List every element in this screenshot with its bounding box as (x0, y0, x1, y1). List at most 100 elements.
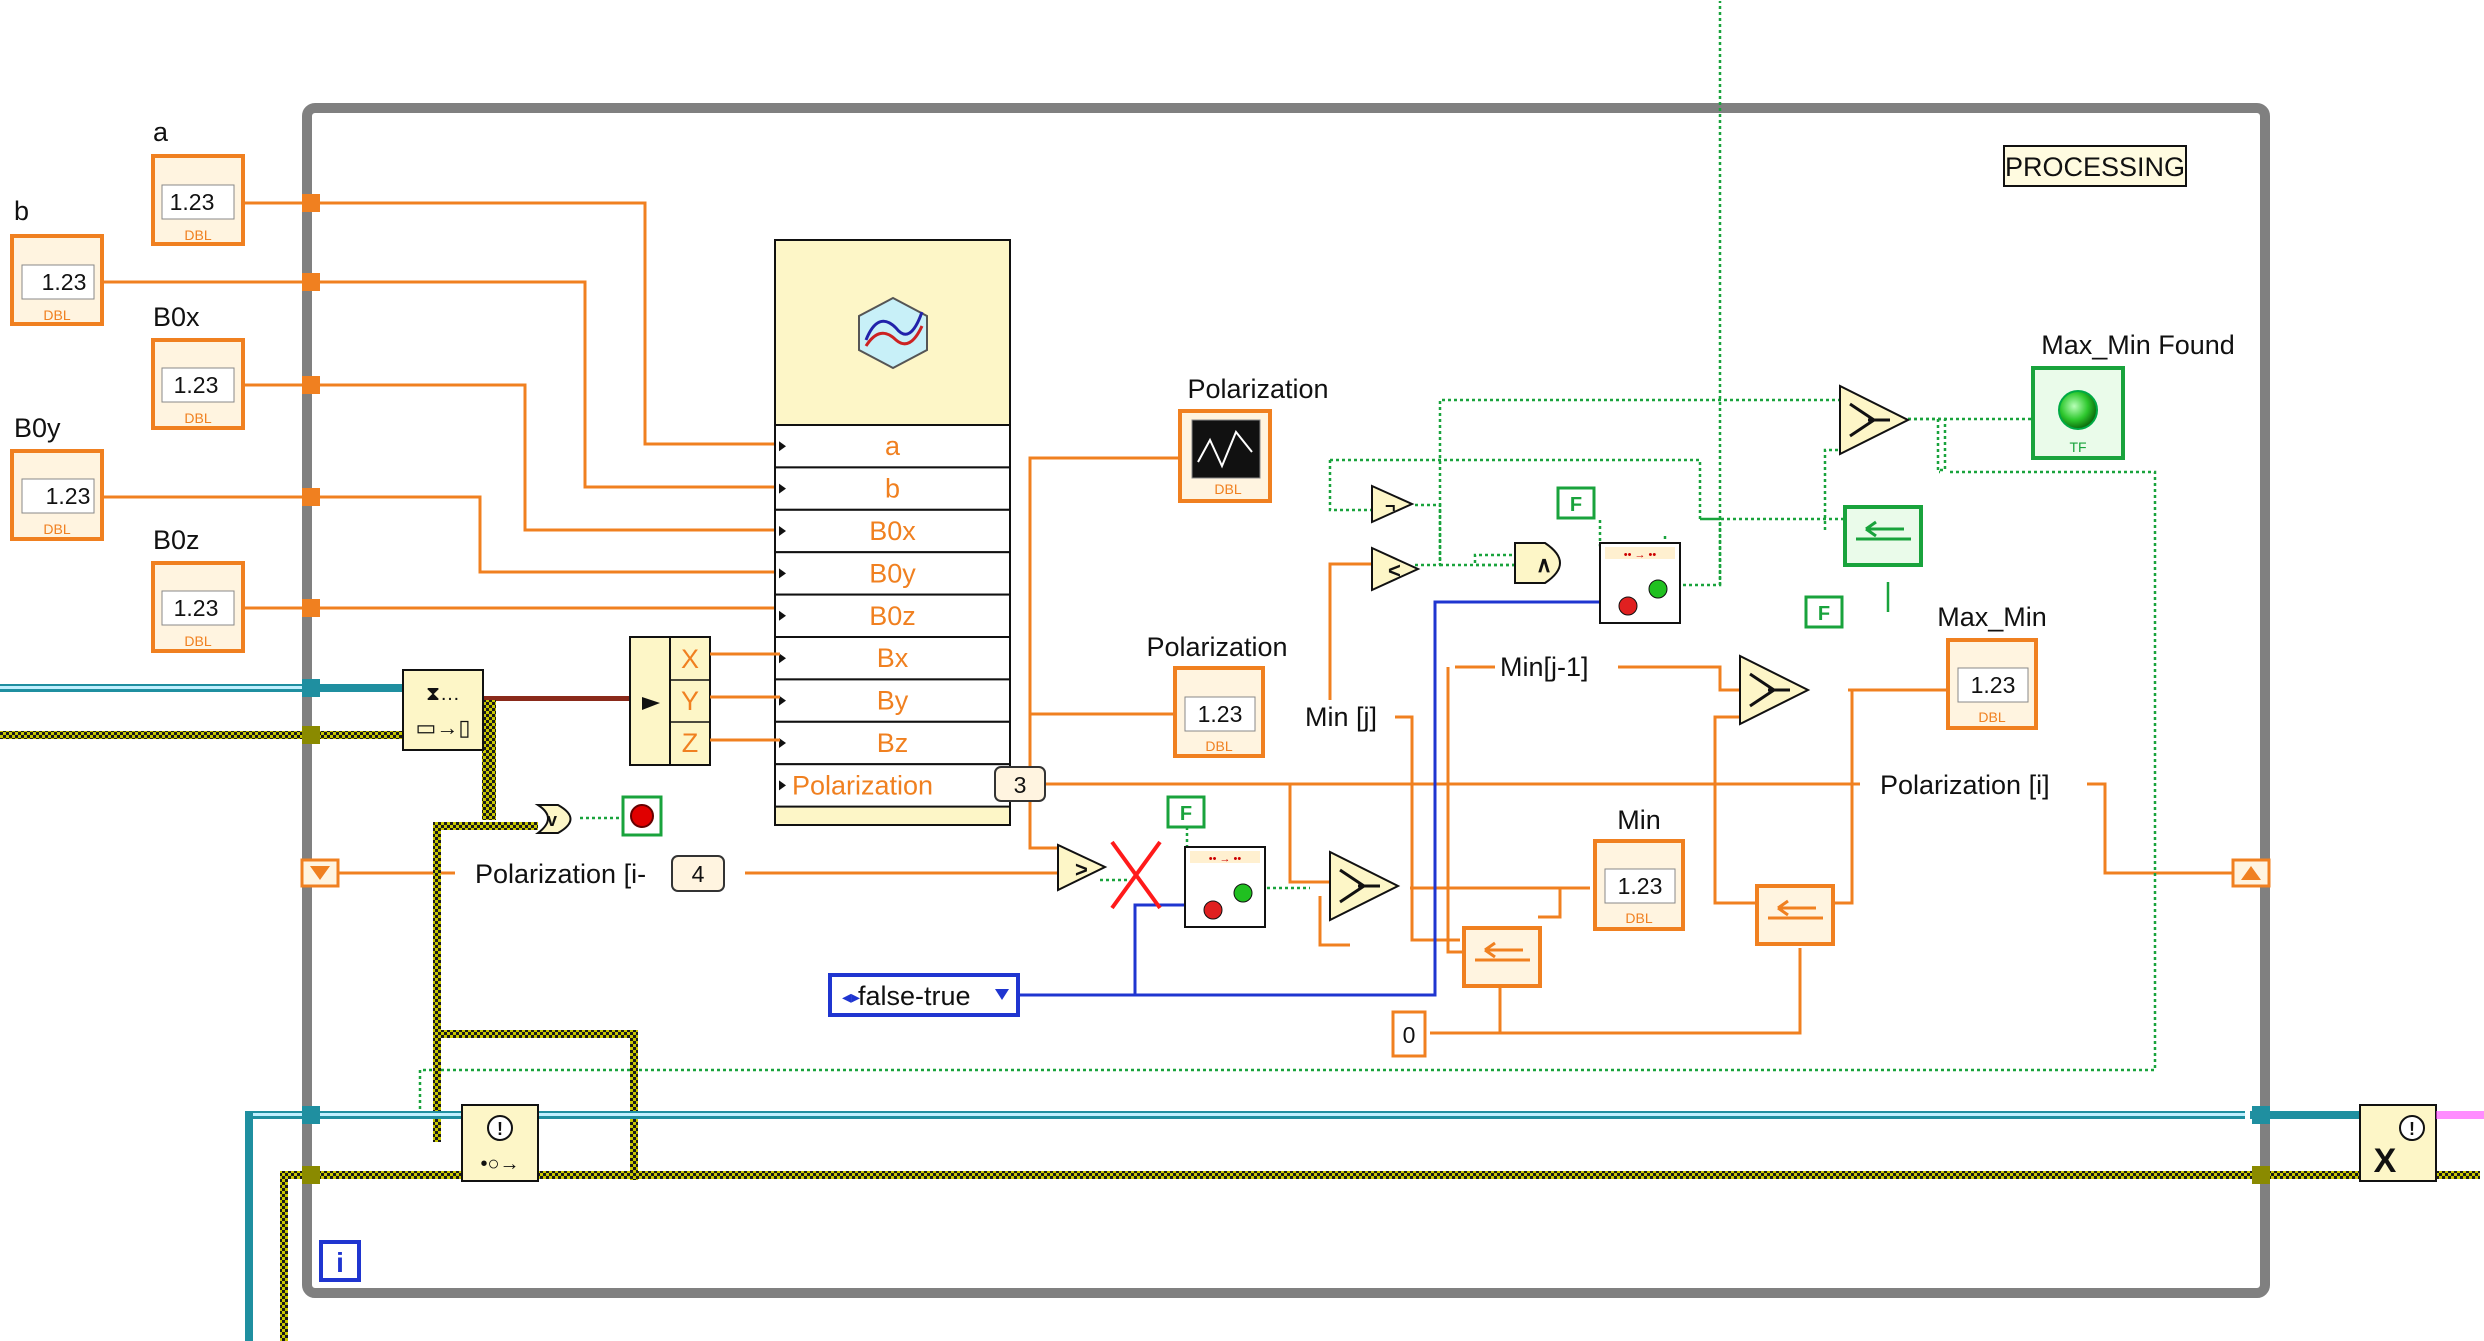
svg-text:•• → ••: •• → •• (1624, 549, 1657, 561)
cluster-field-label: a (885, 431, 901, 461)
shift-register-left[interactable] (300, 858, 340, 888)
subvi-cluster[interactable]: ab B0x B0y B0z Bx By Bz Polarization 3 (774, 239, 1046, 826)
false-constant-1[interactable]: F (1166, 795, 1206, 829)
svg-text:B0x: B0x (153, 302, 200, 332)
svg-text:1.23: 1.23 (1198, 701, 1243, 727)
and-function[interactable]: ∧ (1514, 542, 1561, 584)
svg-text:Min[j-1]: Min[j-1] (1500, 652, 1589, 682)
cluster-field-label: Bz (877, 728, 909, 758)
svg-text:1.23: 1.23 (174, 595, 219, 621)
property-node-1[interactable]: •• → •• (1184, 846, 1266, 928)
cluster-field-label: b (885, 474, 900, 504)
svg-text:F: F (1180, 803, 1192, 825)
read-node[interactable]: ⧗… ▭→▯ (402, 669, 484, 751)
svg-text:Polarization: Polarization (1146, 632, 1287, 662)
polarization-numeric-indicator[interactable]: Polarization 1.23 DBL (1146, 632, 1288, 758)
svg-text:F: F (1818, 603, 1830, 625)
svg-text:Min [j]: Min [j] (1305, 702, 1377, 732)
svg-text:X: X (2374, 1142, 2397, 1180)
ring-constant-false-true[interactable]: ◂▸ false-true (828, 973, 1020, 1017)
wire-label-min-j-1: Min[j-1] (1495, 650, 1617, 682)
control-b0y[interactable]: B0y 1.23 DBL (10, 413, 104, 541)
svg-text:!: ! (2409, 1119, 2415, 1139)
select-function-1[interactable] (1329, 850, 1401, 922)
feedback-node-1[interactable] (1462, 926, 1542, 988)
shift-register-right[interactable] (2231, 858, 2271, 888)
block-diagram-canvas[interactable]: PROCESSING i a 1.23 DBL b 1.23 DBL B0x 1… (0, 0, 2484, 1341)
zero-constant[interactable]: 0 (1391, 1010, 1427, 1058)
cluster-field-list: ab B0x B0y B0z Bx By Bz Polarization (774, 424, 1011, 808)
unbundle-xyz[interactable]: X Y Z (629, 636, 780, 766)
control-b[interactable]: b 1.23 DBL (10, 196, 104, 326)
close-reference-node[interactable]: ! X (2359, 1104, 2437, 1182)
svg-text:DBL: DBL (1205, 738, 1232, 754)
svg-text:v: v (547, 810, 557, 830)
svg-text:X: X (681, 644, 699, 674)
svg-text:DBL: DBL (43, 521, 70, 537)
cluster-field-label: Bx (877, 643, 909, 673)
svg-text:Max_Min Found: Max_Min Found (2041, 330, 2235, 360)
max-min-found-indicator[interactable]: Max_Min Found TF (2031, 330, 2235, 460)
cluster-field-label: B0z (869, 601, 916, 631)
svg-text:DBL: DBL (43, 307, 70, 323)
dbl-wires[interactable] (100, 201, 2240, 1035)
svg-text:DBL: DBL (184, 410, 211, 426)
stop-indicator[interactable] (621, 795, 663, 837)
svg-text:•○→: •○→ (480, 1153, 519, 1175)
svg-text:Min: Min (1617, 805, 1661, 835)
or-function[interactable]: v (534, 804, 572, 834)
wire-label-polarization-prev: Polarization [i- 4 (455, 855, 745, 892)
select-function-bool[interactable] (1839, 384, 1911, 456)
control-a[interactable]: a 1.23 DBL (151, 117, 245, 246)
svg-text:¬: ¬ (1385, 496, 1396, 516)
svg-text:⧗…: ⧗… (426, 683, 460, 705)
cluster-field-label: B0x (869, 516, 916, 546)
svg-text:DBL: DBL (1625, 910, 1652, 926)
control-b0x[interactable]: B0x 1.23 DBL (151, 302, 245, 430)
max-min-indicator[interactable]: Max_Min 1.23 DBL (1937, 602, 2047, 730)
feedback-node-2[interactable] (1755, 884, 1835, 946)
svg-text:DBL: DBL (184, 227, 211, 243)
feedback-node-bool[interactable] (1843, 505, 1923, 567)
control-b0z[interactable]: B0z 1.23 DBL (151, 525, 245, 653)
svg-text:▭→▯: ▭→▯ (416, 715, 471, 740)
property-node-2[interactable]: •• → •• (1599, 542, 1681, 624)
svg-text:∧: ∧ (1536, 552, 1552, 577)
svg-text:TF: TF (2069, 439, 2086, 455)
svg-text:PROCESSING: PROCESSING (2005, 152, 2185, 182)
svg-text:Max_Min: Max_Min (1937, 602, 2047, 632)
broken-wire-x (1110, 840, 1162, 910)
wire-label-min-j: Min [j] (1300, 700, 1395, 732)
svg-text:F: F (1570, 494, 1582, 516)
less-than-function[interactable]: < (1371, 546, 1421, 592)
svg-text:1.23: 1.23 (1618, 873, 1663, 899)
false-constant-3[interactable]: F (1804, 595, 1844, 629)
cluster-field-label: B0y (869, 558, 916, 588)
svg-text:4: 4 (692, 861, 705, 887)
wire-label-polarization-i: Polarization [i] (1860, 768, 2085, 800)
svg-text:b: b (14, 196, 29, 226)
svg-text:DBL: DBL (184, 633, 211, 649)
svg-text:DBL: DBL (1978, 709, 2005, 725)
error-merge-node[interactable]: ! •○→ (461, 1104, 539, 1182)
polarization-graph-indicator[interactable]: Polarization DBL (1178, 374, 1329, 503)
min-indicator[interactable]: Min 1.23 DBL (1593, 805, 1685, 931)
svg-text:<: < (1388, 558, 1401, 583)
svg-text:Y: Y (681, 686, 699, 716)
processing-label[interactable]: PROCESSING (2003, 145, 2187, 187)
select-function-2[interactable] (1739, 654, 1811, 726)
svg-text:1.23: 1.23 (170, 189, 215, 215)
svg-text:>: > (1075, 857, 1088, 882)
svg-text:Polarization: Polarization (1187, 374, 1328, 404)
greater-than-function[interactable]: > (1057, 843, 1108, 892)
svg-text:false-true: false-true (858, 981, 971, 1011)
svg-text:i: i (336, 1247, 344, 1278)
output-wire-stub (2436, 1111, 2484, 1119)
iteration-terminal[interactable]: i (319, 1240, 361, 1282)
not-function[interactable]: ¬ (1371, 484, 1415, 524)
polarization-index-label: 3 (994, 766, 1046, 802)
svg-text:0: 0 (1403, 1022, 1416, 1048)
false-constant-2[interactable]: F (1556, 486, 1596, 520)
svg-text:3: 3 (1014, 772, 1027, 798)
svg-text:Polarization [i]: Polarization [i] (1880, 770, 2050, 800)
